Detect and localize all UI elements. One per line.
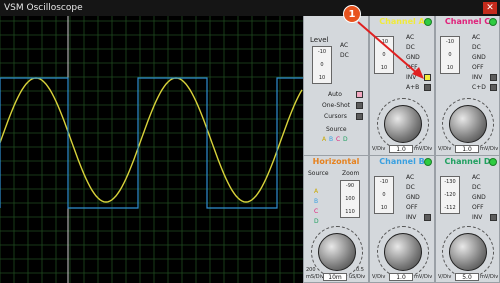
channel-b-unit-left: V/Div [372,274,386,280]
channel-a-led [424,18,432,26]
trigger-dc-label[interactable]: DC [340,52,349,59]
horizontal-time-knob[interactable] [318,233,356,271]
channel-b-ac[interactable]: AC [406,174,414,181]
cursors-button[interactable] [356,113,363,120]
scope-display [0,16,303,283]
channel-a-off[interactable]: OFF [406,64,418,71]
title-bar: VSM Oscilloscope ✕ [0,0,500,16]
horizontal-section: Horizontal Source Zoom A B C D -90 100 1… [303,156,369,283]
channel-c-dc[interactable]: DC [472,44,481,51]
channel-c-readout: 1.0 [455,145,479,153]
channel-a-ac[interactable]: AC [406,34,414,41]
horizontal-scale-high: 0.5 [356,267,364,273]
channel-d-gnd[interactable]: GND [472,194,486,201]
channel-b-led [424,158,432,166]
oneshot-button[interactable] [356,102,363,109]
channel-b-dc[interactable]: DC [406,184,415,191]
channel-d-off[interactable]: OFF [472,204,484,211]
level-label: Level [310,36,329,44]
channel-c-inv[interactable]: INV [472,74,482,81]
channel-a-aplusb-button[interactable] [424,84,431,91]
horizontal-zoom-slider[interactable]: -90 100 110 [340,180,360,218]
channel-d-volts-knob[interactable] [449,233,487,271]
source-b[interactable]: B [329,136,333,143]
channel-d-unit-left: V/Div [438,274,452,280]
channel-a-unit-left: V/Div [372,146,386,152]
channel-c-ac[interactable]: AC [472,34,480,41]
channel-a-volts-knob[interactable] [384,105,422,143]
channel-d-inv[interactable]: INV [472,214,482,221]
oscilloscope-window: VSM Oscilloscope ✕ Level -10 0 10 AC DC … [0,0,500,283]
channel-b-position-slider[interactable]: -10 0 10 [374,176,394,214]
channel-d-ac[interactable]: AC [472,174,480,181]
cursors-label: Cursors [324,113,347,120]
channel-c-led [489,18,497,26]
channel-a-position-slider[interactable]: -10 0 10 [374,36,394,74]
channel-c-inv-button[interactable] [490,74,497,81]
horizontal-unit-right: uS/Div [349,274,366,280]
channel-b-readout: 1.0 [389,273,413,281]
oneshot-label: One-Shot [322,102,351,109]
channel-d-readout: 5.0 [455,273,479,281]
channel-b-off[interactable]: OFF [406,204,418,211]
waveform-canvas [0,16,303,283]
channel-b-gnd[interactable]: GND [406,194,420,201]
control-panel: Level -10 0 10 AC DC Auto One-Shot Curso… [303,16,500,283]
channel-d-inv-button[interactable] [490,214,497,221]
horizontal-zoom-label: Zoom [342,170,360,177]
trigger-level-slider[interactable]: -10 0 10 [312,46,332,84]
horizontal-scale-low: 200 [306,267,316,273]
horizontal-readout: 10m [323,273,347,281]
source-a[interactable]: A [322,136,326,143]
horizontal-source-d[interactable]: D [314,218,319,225]
channel-a-aplusb[interactable]: A+B [406,84,419,91]
channel-c-unit-left: V/Div [438,146,452,152]
channel-d-section: Channel D -130 -120 -112 AC DC GND OFF I… [435,156,500,283]
channel-b-trace [0,77,303,209]
horizontal-title: Horizontal [312,157,360,166]
trigger-ac-label[interactable]: AC [340,42,348,49]
channel-d-dc[interactable]: DC [472,184,481,191]
horizontal-source-c[interactable]: C [314,208,318,215]
grid [0,16,303,283]
channel-c-off[interactable]: OFF [472,64,484,71]
channel-b-inv[interactable]: INV [406,214,416,221]
channel-b-unit-right: mV/Div [414,274,433,280]
channel-d-unit-right: mV/Div [480,274,499,280]
window-title: VSM Oscilloscope [4,3,83,13]
source-c[interactable]: C [336,136,340,143]
close-icon[interactable]: ✕ [483,2,497,14]
channel-a-trace [0,77,303,203]
channel-a-unit-right: mV/Div [414,146,433,152]
trigger-section: Level -10 0 10 AC DC Auto One-Shot Curso… [303,16,369,156]
channel-b-inv-button[interactable] [424,214,431,221]
horizontal-unit-left: mS/Div [306,274,324,280]
channel-c-cplusd[interactable]: C+D [472,84,486,91]
channel-c-cplusd-button[interactable] [490,84,497,91]
channel-a-inv[interactable]: INV [406,74,416,81]
channel-a-inv-button[interactable] [424,74,431,81]
channel-d-led [489,158,497,166]
auto-button[interactable] [356,91,363,98]
horizontal-source-label: Source [308,170,329,177]
channel-a-section: Channel A -10 0 10 AC DC GND OFF INV A+B… [369,16,435,156]
channel-c-volts-knob[interactable] [449,105,487,143]
channel-a-readout: 1.0 [389,145,413,153]
channel-d-position-slider[interactable]: -130 -120 -112 [440,176,460,214]
channel-a-gnd[interactable]: GND [406,54,420,61]
source-label: Source [326,126,347,133]
channel-b-section: Channel B -10 0 10 AC DC GND OFF INV V/D… [369,156,435,283]
auto-label: Auto [328,91,342,98]
channel-a-dc[interactable]: DC [406,44,415,51]
channel-c-gnd[interactable]: GND [472,54,486,61]
channel-c-section: Channel C -10 0 10 AC DC GND OFF INV C+D… [435,16,500,156]
channel-c-position-slider[interactable]: -10 0 10 [440,36,460,74]
channel-b-volts-knob[interactable] [384,233,422,271]
horizontal-source-a[interactable]: A [314,188,318,195]
channel-c-unit-right: mV/Div [480,146,499,152]
source-d[interactable]: D [343,136,348,143]
horizontal-source-b[interactable]: B [314,198,318,205]
callout-badge: 1 [343,5,361,23]
